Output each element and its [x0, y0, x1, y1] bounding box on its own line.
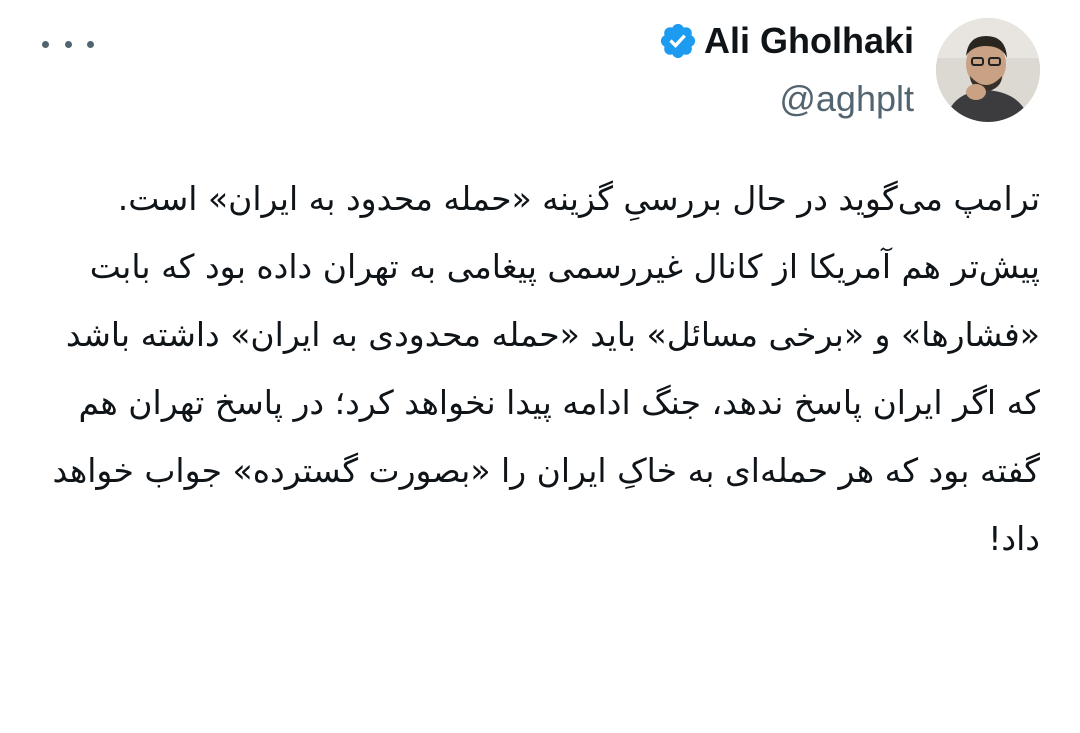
more-dot-icon: [42, 40, 49, 48]
author-text: Ali Gholhaki @aghplt: [658, 19, 914, 121]
avatar-image: [936, 17, 1040, 122]
tweet-card: Ali Gholhaki @aghplt ترامپ می‌گوید در حا…: [0, 0, 1080, 733]
tweet-author[interactable]: Ali Gholhaki @aghplt: [658, 12, 1040, 127]
tweet-paragraph: ترامپ می‌گوید در حال بررسیِ گزینه «حمله …: [117, 179, 1040, 218]
more-dot-icon: [87, 40, 94, 48]
author-handle[interactable]: @aghplt: [779, 77, 914, 121]
tweet-text: ترامپ می‌گوید در حال بررسیِ گزینه «حمله …: [40, 165, 1040, 573]
verified-badge-icon: [658, 21, 698, 61]
avatar[interactable]: [936, 17, 1040, 122]
more-options-button[interactable]: [42, 30, 94, 58]
more-dot-icon: [64, 40, 72, 48]
tweet-paragraph: پیش‌تر هم آمریکا از کانال غیررسمی پیغامی…: [42, 247, 1040, 558]
name-row: Ali Gholhaki: [658, 19, 914, 63]
author-display-name[interactable]: Ali Gholhaki: [704, 19, 914, 63]
